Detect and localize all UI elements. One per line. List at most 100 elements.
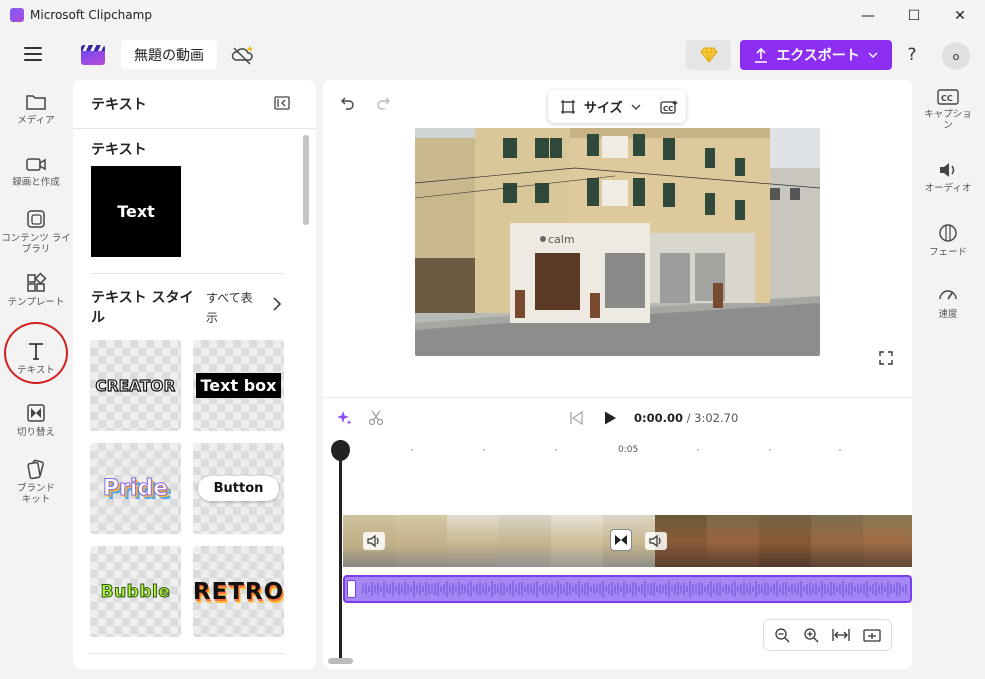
text-style-creator[interactable]: CREATOR — [90, 340, 181, 431]
style-label: CREATOR — [95, 376, 176, 395]
right-item-label: フェード — [928, 247, 967, 258]
right-item-label: キャプション — [924, 109, 972, 131]
play-icon[interactable] — [602, 410, 618, 426]
playhead-handle[interactable] — [331, 440, 350, 461]
panel-title: テキスト — [91, 97, 147, 113]
audio-track[interactable] — [343, 575, 912, 603]
timeline-view-icon[interactable] — [862, 627, 881, 643]
text-style-button[interactable]: Button — [193, 443, 284, 534]
audio-trim-handle[interactable] — [347, 580, 356, 598]
captions-icon: CC — [937, 89, 959, 105]
fade-icon — [939, 224, 957, 242]
nav-item-record[interactable]: 録画と作成 — [0, 154, 72, 188]
export-button[interactable]: エクスポート — [740, 40, 892, 70]
nav-label: テンプレート — [7, 297, 65, 308]
section-title-text-styles: テキスト スタイル — [91, 290, 194, 326]
ruler-label: 0:05 — [618, 445, 639, 455]
nav-label: 切り替え — [16, 427, 55, 438]
audio-icon — [940, 163, 955, 177]
nav-label: メディア — [17, 115, 55, 126]
chevron-right-icon[interactable] — [272, 296, 282, 311]
text-style-pride[interactable]: Pride — [90, 443, 181, 534]
style-label: Button — [197, 476, 280, 501]
style-label: Pride — [102, 476, 169, 502]
transition-icon[interactable] — [610, 529, 632, 551]
right-item-speed[interactable]: 速度 — [914, 284, 982, 320]
chevron-down-icon — [868, 52, 878, 58]
time-separator: / — [682, 411, 695, 425]
scissors-icon[interactable] — [368, 410, 384, 426]
close-button[interactable]: ✕ — [937, 0, 983, 31]
maximize-button[interactable]: ☐ — [891, 0, 937, 31]
chevron-down-icon — [631, 104, 641, 110]
camera-icon — [26, 158, 46, 171]
preview-frame-image: calm — [415, 128, 820, 356]
text-panel: テキスト テキスト Text テキスト スタイル すべて表示 CREATOR T… — [73, 80, 316, 669]
text-style-bubble[interactable]: Bubble — [90, 546, 181, 637]
text-style-retro[interactable]: RETRO — [193, 546, 284, 637]
speed-icon — [939, 290, 957, 300]
title-bar: Microsoft Clipchamp — ☐ ✕ — [0, 0, 985, 31]
fit-to-width-icon[interactable] — [832, 627, 850, 643]
nav-item-media[interactable]: メディア — [0, 92, 72, 126]
minimize-button[interactable]: — — [845, 0, 891, 31]
diamond-icon — [699, 47, 718, 63]
nav-item-content-library[interactable]: コンテンツ ライブラリ — [0, 208, 72, 255]
undo-icon[interactable] — [340, 96, 356, 112]
nav-label: コンテンツ ライブラリ — [1, 233, 71, 255]
see-all-link[interactable]: すべて表示 — [206, 288, 256, 328]
style-label: Bubble — [100, 581, 171, 602]
video-preview[interactable]: calm — [415, 128, 820, 356]
right-item-fade[interactable]: フェード — [914, 222, 982, 258]
brand-kit-icon — [27, 459, 44, 480]
ai-sparkle-icon[interactable] — [336, 410, 352, 426]
highlight-circle-annotation — [4, 322, 68, 384]
auto-captions-icon: CC — [659, 99, 678, 114]
clip-volume-icon[interactable] — [645, 532, 667, 550]
audio-waveform — [362, 581, 907, 597]
shop-sign-text: calm — [548, 233, 575, 246]
aspect-ratio-toolbar[interactable]: サイズ CC — [548, 90, 686, 123]
collapse-panel-icon[interactable] — [274, 95, 290, 110]
nav-item-brand-kit[interactable]: ブランド キット — [0, 458, 72, 505]
text-style-text-box[interactable]: Text box — [193, 340, 284, 431]
right-item-audio[interactable]: オーディオ — [914, 160, 982, 194]
redo-icon[interactable] — [375, 96, 391, 112]
playback-time: 0:00.00 / 3:02.70 — [634, 411, 738, 425]
nav-item-templates[interactable]: テンプレート — [0, 272, 72, 308]
nav-item-transitions[interactable]: 切り替え — [0, 402, 72, 438]
zoom-controls — [763, 619, 892, 651]
clipchamp-logo — [81, 45, 105, 65]
help-button[interactable]: ? — [901, 43, 923, 67]
playhead[interactable] — [339, 440, 342, 658]
panel-scrollbar[interactable] — [303, 135, 309, 225]
hamburger-menu-icon[interactable] — [24, 47, 42, 61]
editor-area: サイズ CC calm 0:00.00 / 3:02.70 0:05 — [323, 80, 912, 669]
plain-text-thumbnail[interactable]: Text — [91, 166, 181, 257]
nav-label: ブランド キット — [16, 483, 55, 505]
zoom-out-icon[interactable] — [774, 627, 790, 643]
svg-text:CC: CC — [941, 94, 953, 103]
cloud-sync-off-icon[interactable] — [231, 44, 255, 66]
right-item-captions[interactable]: CC キャプション — [914, 88, 982, 131]
clip-volume-icon[interactable] — [363, 532, 385, 550]
zoom-in-icon[interactable] — [803, 627, 819, 643]
nav-label: 録画と作成 — [12, 177, 60, 188]
right-item-label: オーディオ — [924, 183, 972, 194]
current-time: 0:00.00 — [634, 411, 683, 425]
avatar[interactable]: o — [942, 42, 970, 70]
library-icon — [27, 210, 45, 228]
app-icon — [10, 8, 24, 22]
upload-icon — [755, 47, 768, 63]
right-item-label: 速度 — [938, 309, 958, 320]
resize-icon — [561, 99, 575, 114]
premium-diamond-button[interactable] — [686, 40, 731, 70]
window-title: Microsoft Clipchamp — [30, 8, 152, 22]
fullscreen-icon[interactable] — [879, 350, 893, 365]
project-name-field[interactable]: 無題の動画 — [121, 40, 217, 69]
skip-back-icon[interactable] — [568, 410, 584, 426]
section-title-text: テキスト — [91, 142, 147, 158]
timeline-scroll-handle[interactable] — [328, 658, 353, 664]
export-label: エクスポート — [776, 48, 860, 64]
size-label: サイズ — [584, 101, 623, 116]
